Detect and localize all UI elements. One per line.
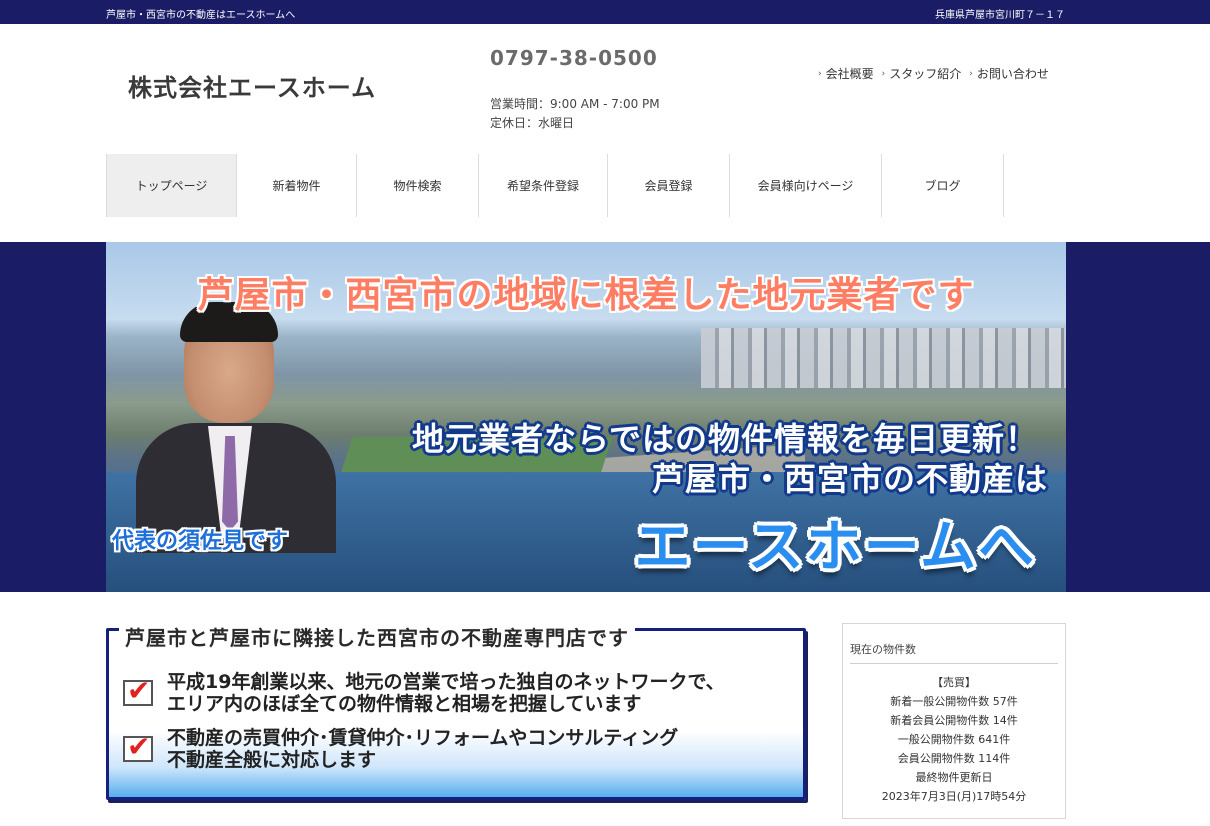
new-member-count: 新着会員公開物件数 14件: [890, 714, 1018, 727]
nav-preferences[interactable]: 希望条件登録: [479, 154, 608, 217]
company-logo[interactable]: 株式会社エースホーム: [128, 68, 376, 103]
link-contact-label: お問い合わせ: [976, 67, 1049, 81]
link-company-label: 会社概要: [825, 67, 874, 81]
nav-blog[interactable]: ブログ: [882, 154, 1004, 217]
hours-text: 営業時間：9:00 AM - 7:00 PM: [490, 97, 660, 111]
link-contact[interactable]: › お問い合わせ: [969, 65, 1049, 82]
hero-headline: 芦屋市・西宮市の地域に根差した地元業者です: [197, 275, 975, 316]
intro-point-text: 不動産の売買仲介･賃貸仲介･リフォームやコンサルティング 不動産全般に対応します: [167, 727, 678, 771]
intro-point-line: 不動産全般に対応します: [167, 749, 377, 771]
listing-counts: 【売買】 新着一般公開物件数 57件 新着会員公開物件数 14件 一般公開物件数…: [843, 673, 1065, 806]
link-staff[interactable]: › スタッフ紹介: [882, 65, 962, 82]
intro-point-text: 平成19年創業以来、地元の営業で培った独自のネットワークで、 エリア内のほぼ全て…: [167, 671, 725, 715]
section-label: 【売買】: [932, 676, 976, 689]
member-count: 会員公開物件数 114件: [897, 752, 1011, 765]
nav-search[interactable]: 物件検索: [357, 154, 479, 217]
intro-point: 平成19年創業以来、地元の営業で培った独自のネットワークで、 エリア内のほぼ全て…: [123, 671, 725, 715]
nav-member-page[interactable]: 会員様向けページ: [730, 154, 882, 217]
listing-count-widget: 現在の物件数 【売買】 新着一般公開物件数 57件 新着会員公開物件数 14件 …: [842, 623, 1066, 819]
link-staff-label: スタッフ紹介: [889, 67, 962, 81]
tagline: 芦屋市・西宮市の不動産はエースホームへ: [106, 10, 296, 21]
cityscape: [701, 328, 1066, 388]
main-nav: トップページ 新着物件 物件検索 希望条件登録 会員登録 会員様向けページ ブロ…: [106, 154, 1004, 217]
link-company[interactable]: › 会社概要: [818, 65, 874, 82]
widget-title: 現在の物件数: [850, 643, 916, 656]
intro-box: 芦屋市と芦屋市に隣接した西宮市の不動産専門店です 平成19年創業以来、地元の営業…: [106, 622, 806, 800]
new-general-count: 新着一般公開物件数 57件: [890, 695, 1018, 708]
updated-label: 最終物件更新日: [915, 771, 993, 784]
hero-banner: 芦屋市・西宮市の地域に根差した地元業者です 地元業者ならではの物件情報を毎日更新…: [106, 242, 1066, 592]
updated-date: 2023年7月3日(月)17時54分: [881, 790, 1027, 803]
nav-register[interactable]: 会員登録: [608, 154, 730, 217]
hero-line3: 芦屋市・西宮市の不動産は: [651, 460, 1048, 498]
divider: [850, 663, 1058, 664]
chevron-right-icon: ›: [881, 68, 886, 79]
nav-top[interactable]: トップページ: [106, 154, 237, 217]
intro-heading: 芦屋市と芦屋市に隣接した西宮市の不動産専門店です: [119, 622, 635, 651]
holiday-text: 定休日：水曜日: [490, 116, 575, 130]
checkbox-icon: [123, 674, 153, 707]
nav-new-listings[interactable]: 新着物件: [237, 154, 357, 217]
top-bar: 芦屋市・西宮市の不動産はエースホームへ 兵庫県芦屋市宮川町７－１７: [0, 0, 1210, 24]
chevron-right-icon: ›: [969, 68, 973, 79]
phone-number: 0797-38-0500: [490, 46, 658, 70]
intro-point: 不動産の売買仲介･賃貸仲介･リフォームやコンサルティング 不動産全般に対応します: [123, 727, 678, 771]
intro-point-line: 不動産の売買仲介･賃貸仲介･リフォームやコンサルティング: [167, 727, 679, 749]
address: 兵庫県芦屋市宮川町７－１７: [935, 10, 1065, 21]
intro-point-line: 平成19年創業以来、地元の営業で培った独自のネットワークで、: [167, 671, 725, 693]
business-hours: 営業時間：9:00 AM - 7:00 PM 定休日：水曜日: [490, 95, 660, 133]
intro-point-line: エリア内のほぼ全ての物件情報と相場を把握しています: [167, 693, 642, 715]
checkbox-icon: [123, 730, 153, 763]
chevron-right-icon: ›: [818, 68, 822, 79]
hero-brand: エースホームへ: [634, 515, 1036, 580]
general-count: 一般公開物件数 641件: [897, 733, 1011, 746]
representative-photo: [136, 302, 336, 553]
header-links: › 会社概要 › スタッフ紹介 › お問い合わせ: [818, 65, 1049, 82]
hero-caption: 代表の須佐見です: [112, 529, 289, 554]
